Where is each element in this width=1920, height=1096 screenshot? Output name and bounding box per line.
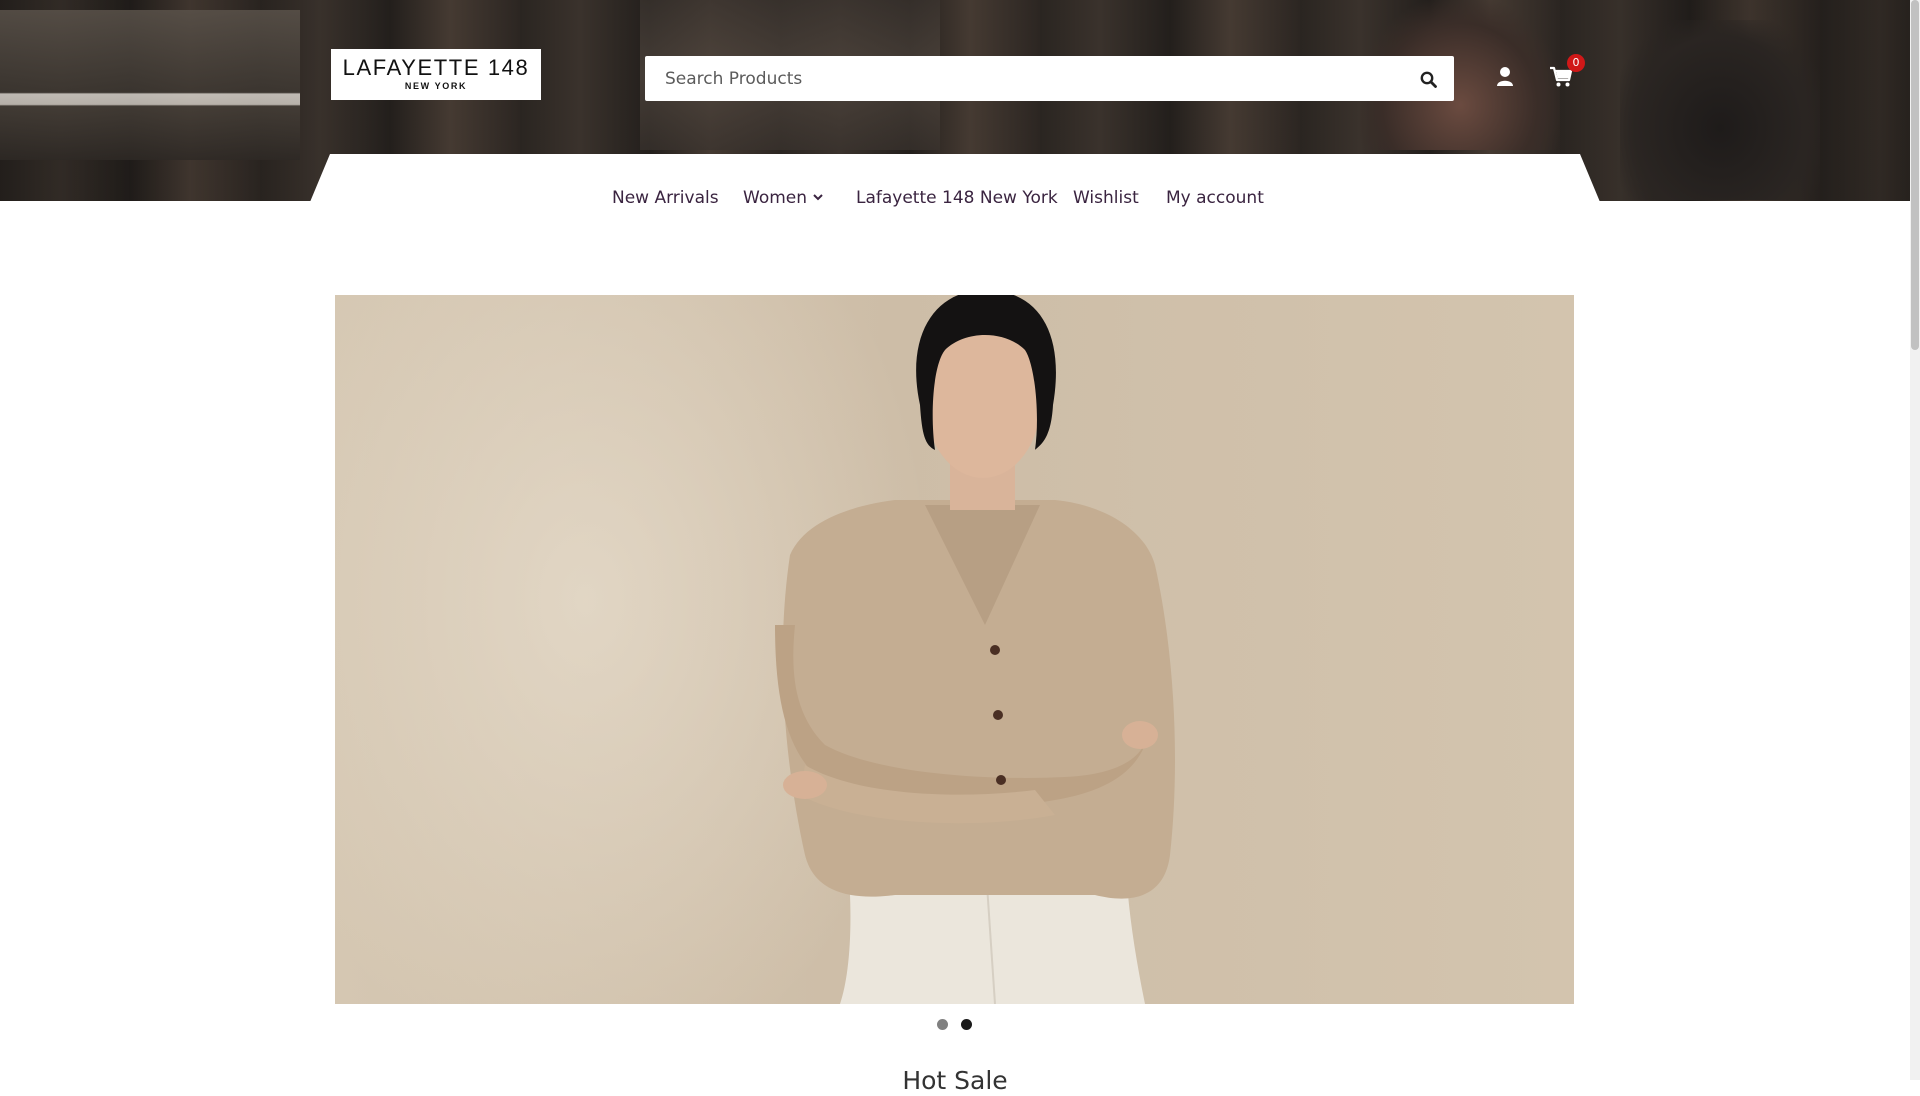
carousel-dot-2-active[interactable] [961,1019,972,1030]
nav-item-my-account[interactable]: My account [1166,186,1264,210]
hero-model-image [775,295,1175,1004]
cart-count-badge: 0 [1567,54,1585,72]
header-photo-backpack [1620,20,1820,200]
header-photo-shelf [0,10,300,160]
account-button[interactable] [1495,66,1515,88]
nav-item-lafayette-148-new-york[interactable]: Lafayette 148 New York [856,186,1058,210]
search-button[interactable] [1416,67,1440,91]
page-scrollbar-thumb[interactable] [1911,0,1919,350]
search-icon [1420,71,1437,88]
nav-item-new-arrivals[interactable]: New Arrivals [612,186,719,210]
search-input[interactable] [645,56,1385,101]
carousel-dot-1[interactable] [937,1019,948,1030]
brand-logo[interactable]: LAFAYETTE 148 NEW YORK [331,49,541,100]
nav-item-women[interactable]: Women [743,186,825,210]
hot-sale-heading: Hot Sale [902,1066,1008,1095]
chevron-down-icon [813,194,823,201]
logo-text: LAFAYETTE 148 [342,55,530,80]
nav-item-women-label: Women [743,188,808,208]
search-bar [645,56,1454,101]
hero-banner[interactable] [335,295,1574,1004]
logo-subtext: NEW YORK [404,81,468,91]
nav-item-wishlist[interactable]: Wishlist [1073,186,1139,210]
main-nav: New Arrivals Women Lafayette 148 New Yor… [0,186,1910,210]
user-icon [1497,67,1513,86]
